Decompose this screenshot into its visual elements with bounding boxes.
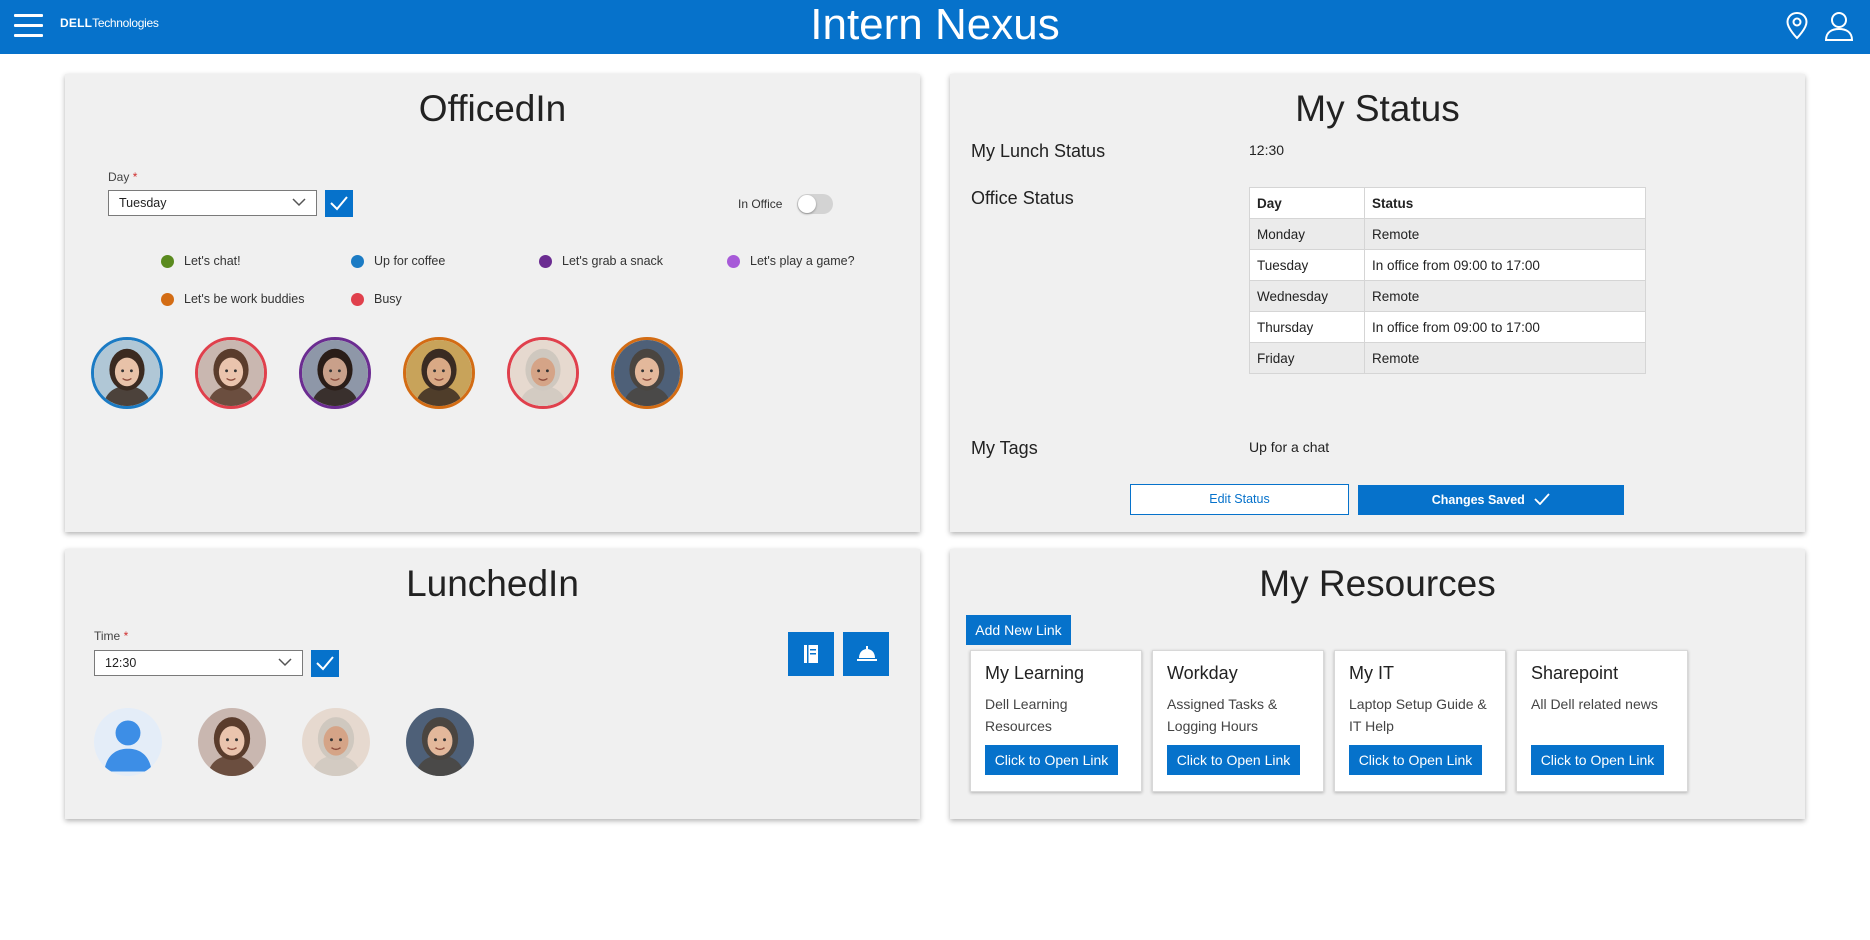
table-row: Friday Remote xyxy=(1249,342,1646,374)
food-cloche-icon xyxy=(857,646,877,661)
avatar[interactable] xyxy=(195,337,267,409)
open-link-button[interactable]: Click to Open Link xyxy=(1349,745,1482,775)
top-bar: DELLTechnologies Intern Nexus xyxy=(0,0,1870,54)
table-row: Wednesday Remote xyxy=(1249,280,1646,312)
app-title: Intern Nexus xyxy=(810,0,1060,49)
room-service-button[interactable] xyxy=(843,632,889,676)
open-link-button[interactable]: Click to Open Link xyxy=(1531,745,1664,775)
day-cell: Wednesday xyxy=(1249,280,1365,312)
open-link-button[interactable]: Click to Open Link xyxy=(1167,745,1300,775)
avatar[interactable] xyxy=(302,708,370,776)
table-row: Tuesday In office from 09:00 to 17:00 xyxy=(1249,249,1646,281)
lunch-status-value: 12:30 xyxy=(1249,142,1285,158)
legend-label: Let's be work buddies xyxy=(184,292,305,306)
my-resources-title: My Resources xyxy=(1259,563,1496,604)
my-status-title: My Status xyxy=(1295,88,1460,129)
user-icon[interactable] xyxy=(1822,9,1856,43)
edit-status-button[interactable]: Edit Status xyxy=(1130,484,1349,515)
my-status-card: My Status My Lunch Status 12:30 Office S… xyxy=(950,74,1805,532)
resource-title: My Learning xyxy=(985,663,1085,683)
resource-card: Sharepoint All Dell related news Click to … xyxy=(1516,650,1688,792)
legend-label: Up for coffee xyxy=(374,254,446,268)
location-pin-icon[interactable] xyxy=(1780,9,1814,43)
book-icon xyxy=(804,645,818,663)
status-cell: Remote xyxy=(1364,280,1646,312)
status-dot-icon xyxy=(351,255,364,268)
check-icon xyxy=(330,196,348,211)
officedin-card: OfficedIn Day * Tuesday In Office Let's … xyxy=(65,74,920,532)
lunchedin-card: LunchedIn Time * 12:30 xyxy=(65,549,920,819)
chevron-down-icon xyxy=(278,658,292,667)
avatar[interactable] xyxy=(611,337,683,409)
resource-description: All Dell related news xyxy=(1531,696,1658,712)
my-tags-value: Up for a chat xyxy=(1249,439,1330,455)
legend-label: Busy xyxy=(374,292,402,306)
menu-book-button[interactable] xyxy=(788,632,834,676)
office-status-label: Office Status xyxy=(971,188,1074,208)
dell-logo: DELLTechnologies xyxy=(60,16,159,30)
avatar[interactable] xyxy=(299,337,371,409)
lunch-status-label: My Lunch Status xyxy=(971,141,1106,161)
resource-card: Workday Assigned Tasks & Logging Hours Cli… xyxy=(1152,650,1324,792)
table-header-status: Status xyxy=(1364,187,1646,219)
table-row: Monday Remote xyxy=(1249,218,1646,250)
day-cell: Monday xyxy=(1249,218,1365,250)
changes-saved-button[interactable]: Changes Saved xyxy=(1358,485,1624,515)
resource-title: My IT xyxy=(1349,663,1394,683)
status-cell: Remote xyxy=(1364,218,1646,250)
status-cell: Remote xyxy=(1364,342,1646,374)
day-select[interactable]: Tuesday xyxy=(108,190,317,216)
resource-title: Sharepoint xyxy=(1531,663,1619,683)
resource-description: Dell Learning Resources xyxy=(985,696,1068,734)
day-cell: Friday xyxy=(1249,342,1365,374)
status-dot-icon xyxy=(161,255,174,268)
office-status-table: Day Status Monday Remote Tuesday In office … xyxy=(1249,187,1646,374)
table-header-day: Day xyxy=(1249,187,1365,219)
confirm-time-button[interactable] xyxy=(311,650,339,677)
status-dot-icon xyxy=(351,293,364,306)
status-dot-icon xyxy=(727,255,740,268)
menu-icon[interactable] xyxy=(14,11,44,41)
resource-card: My Learning Dell Learning Resources Click … xyxy=(970,650,1142,792)
resource-description: Assigned Tasks & Logging Hours xyxy=(1167,696,1278,734)
chevron-down-icon xyxy=(292,198,306,207)
default-avatar-icon[interactable] xyxy=(94,708,162,776)
status-dot-icon xyxy=(161,293,174,306)
time-select[interactable]: 12:30 xyxy=(94,650,303,676)
day-cell: Thursday xyxy=(1249,311,1365,343)
add-new-link-button[interactable]: Add New Link xyxy=(966,615,1071,645)
resource-title: Workday xyxy=(1167,663,1238,683)
avatar[interactable] xyxy=(507,337,579,409)
status-dot-icon xyxy=(539,255,552,268)
in-office-label: In Office xyxy=(738,197,783,211)
check-icon xyxy=(1534,493,1550,506)
day-cell: Tuesday xyxy=(1249,249,1365,281)
avatar[interactable] xyxy=(91,337,163,409)
my-resources-card: My Resources Add New Link My Learning Del… xyxy=(950,549,1805,819)
my-tags-label: My Tags xyxy=(971,438,1038,458)
legend-label: Let's chat! xyxy=(184,254,241,268)
check-icon xyxy=(316,656,334,671)
status-cell: In office from 09:00 to 17:00 xyxy=(1364,311,1646,343)
legend-label: Let's play a game? xyxy=(750,254,855,268)
officedin-title: OfficedIn xyxy=(418,88,567,129)
open-link-button[interactable]: Click to Open Link xyxy=(985,745,1118,775)
time-label: Time * xyxy=(94,629,129,643)
avatar[interactable] xyxy=(198,708,266,776)
table-row: Thursday In office from 09:00 to 17:00 xyxy=(1249,311,1646,343)
resource-description: Laptop Setup Guide & IT Help xyxy=(1349,696,1487,734)
confirm-day-button[interactable] xyxy=(325,190,353,217)
legend-label: Let's grab a snack xyxy=(562,254,664,268)
avatar[interactable] xyxy=(406,708,474,776)
day-label: Day * xyxy=(108,170,138,184)
resource-card: My IT Laptop Setup Guide & IT Help Click t… xyxy=(1334,650,1506,792)
avatar[interactable] xyxy=(403,337,475,409)
status-cell: In office from 09:00 to 17:00 xyxy=(1364,249,1646,281)
in-office-toggle[interactable] xyxy=(797,194,833,214)
lunchedin-title: LunchedIn xyxy=(406,563,579,604)
